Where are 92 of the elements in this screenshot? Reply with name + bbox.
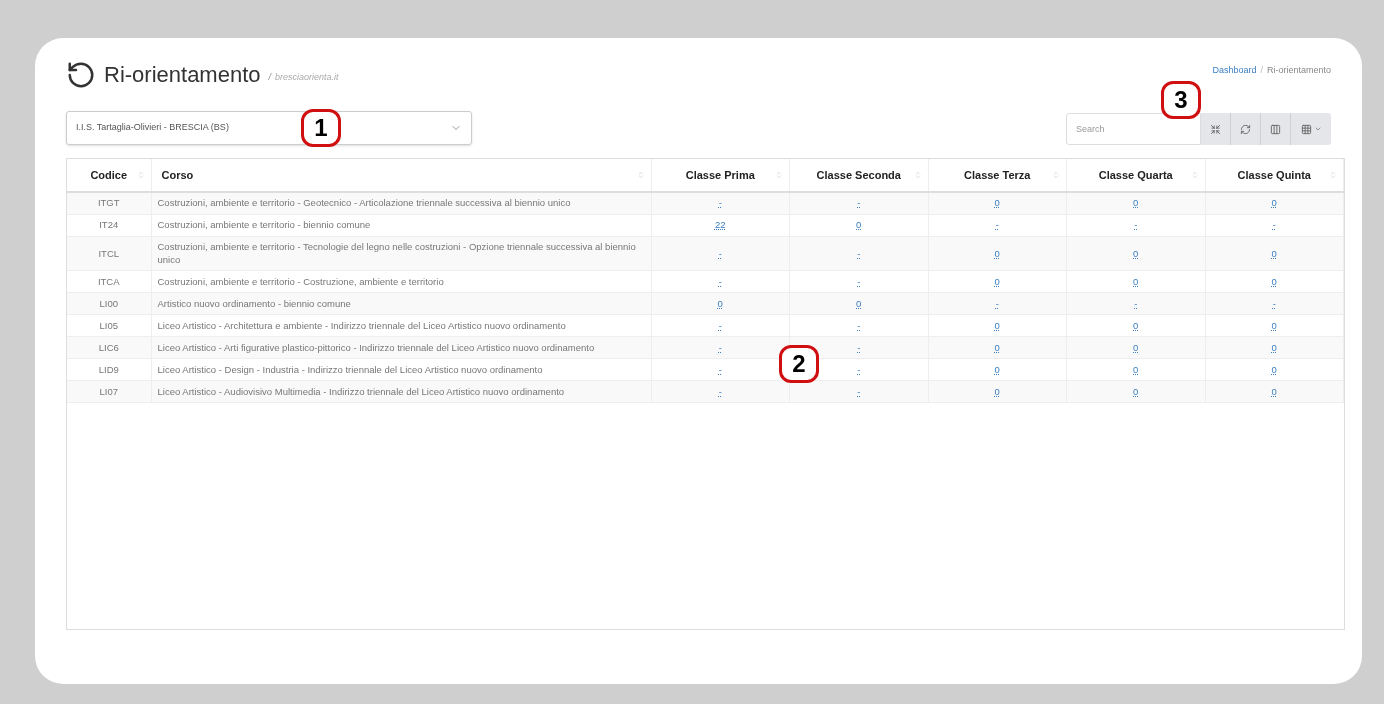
column-header[interactable]: Corso — [151, 159, 651, 192]
count-link[interactable]: 0 — [856, 297, 862, 309]
refresh-icon — [1240, 123, 1251, 135]
code-cell: LID9 — [67, 358, 151, 381]
code-cell: ITCA — [67, 270, 151, 293]
sort-icon — [1052, 171, 1060, 179]
caret-icon — [1313, 125, 1322, 133]
search-field[interactable]: Search — [1066, 113, 1201, 145]
breadcrumb-link[interactable]: Ri-orientamento — [1266, 64, 1331, 78]
count-link[interactable]: - — [995, 297, 999, 309]
code-cell: LI07 — [67, 380, 151, 403]
count-link[interactable]: 0 — [994, 341, 1000, 353]
column-header[interactable]: Classe Quarta — [1066, 159, 1205, 192]
count-link[interactable]: 0 — [994, 247, 1000, 259]
count-link[interactable]: - — [1134, 297, 1138, 309]
code-cell: LIC6 — [67, 336, 151, 359]
count-link[interactable]: 0 — [1133, 385, 1139, 397]
code-cell: LI00 — [67, 292, 151, 315]
column-header[interactable]: Classe Quinta — [1205, 159, 1344, 192]
course-cell: Liceo Artistico - Arti figurative plastico-pittorico - Indirizzo triennale del Liceo Artistico nuovo ordinamento — [151, 336, 651, 359]
count-link[interactable]: 0 — [1133, 319, 1139, 331]
count-link[interactable]: 0 — [1271, 341, 1277, 353]
count-link[interactable]: - — [857, 341, 861, 353]
count-link[interactable]: - — [857, 319, 861, 331]
count-link[interactable]: - — [857, 275, 861, 287]
count-link[interactable]: - — [995, 219, 999, 231]
code-cell: ITCL — [67, 236, 151, 271]
count-link[interactable]: - — [857, 197, 861, 209]
count-link[interactable]: - — [718, 341, 722, 353]
course-cell: Costruzioni, ambiente e territorio - Tecnologie del legno nelle costruzioni - Opzione triennale successiva al biennio unico — [151, 236, 651, 271]
callout-marker: 3 — [1161, 81, 1201, 119]
callout-marker: 1 — [301, 109, 341, 147]
count-link[interactable]: 0 — [1133, 363, 1139, 375]
sort-icon — [636, 171, 645, 179]
column-header[interactable]: Classe Terza — [928, 159, 1067, 192]
page-title: Ri-orientamento — [104, 61, 261, 89]
course-cell: Costruzioni, ambiente e territorio - Geotecnico - Articolazione triennale successiva al biennio unico — [151, 192, 651, 215]
column-header[interactable]: Classe Prima — [651, 159, 790, 192]
column-header[interactable]: Codice — [67, 159, 151, 192]
count-link[interactable]: 22 — [714, 219, 726, 231]
count-link[interactable]: - — [1272, 297, 1276, 309]
column-header[interactable]: Classe Seconda — [789, 159, 928, 192]
count-link[interactable]: 0 — [994, 197, 1000, 209]
sort-icon — [775, 171, 783, 179]
course-cell: Artistico nuovo ordinamento - biennio comune — [151, 292, 651, 315]
count-link[interactable]: 0 — [1133, 341, 1139, 353]
code-cell: ITGT — [67, 192, 151, 215]
count-link[interactable]: 0 — [1271, 197, 1277, 209]
count-link[interactable]: 0 — [1133, 275, 1139, 287]
count-link[interactable]: - — [718, 247, 722, 259]
count-link[interactable]: 0 — [1271, 363, 1277, 375]
count-link[interactable]: 0 — [994, 275, 1000, 287]
callout-marker: 2 — [779, 345, 819, 383]
breadcrumb-link[interactable]: Dashboard — [1212, 64, 1257, 78]
count-link[interactable]: - — [718, 363, 722, 375]
course-cell: Liceo Artistico - Architettura e ambiente - Indirizzo triennale del Liceo Artistico nuovo ordinamento — [151, 314, 651, 337]
course-cell: Liceo Artistico - Design - Industria - Indirizzo triennale del Liceo Artistico nuovo ordinamento — [151, 358, 651, 381]
count-link[interactable]: 0 — [717, 297, 723, 309]
code-cell: LI05 — [67, 314, 151, 337]
sort-icon — [136, 171, 145, 179]
count-link[interactable]: 0 — [856, 219, 862, 231]
course-cell: Costruzioni, ambiente e territorio - Costruzione, ambiente e territorio — [151, 270, 651, 293]
count-link[interactable]: - — [857, 247, 861, 259]
count-link[interactable]: - — [718, 385, 722, 397]
breadcrumb-separator: / — [1260, 64, 1263, 77]
sort-icon — [1190, 171, 1199, 179]
count-link[interactable]: 0 — [1271, 275, 1277, 287]
count-link[interactable]: 0 — [1271, 319, 1277, 331]
count-link[interactable]: 0 — [1133, 247, 1139, 259]
sort-icon — [913, 171, 922, 179]
count-link[interactable]: - — [857, 363, 861, 375]
grid-icon — [1300, 123, 1312, 135]
shrink-icon — [1210, 123, 1221, 135]
sort-icon — [1329, 171, 1337, 179]
page-subtitle: bresciaorienta.it — [275, 70, 339, 84]
code-cell: IT24 — [67, 214, 151, 237]
count-link[interactable]: 0 — [994, 363, 1000, 375]
count-link[interactable]: 0 — [1271, 247, 1277, 259]
count-link[interactable]: - — [718, 319, 722, 331]
count-link[interactable]: - — [718, 197, 722, 209]
course-cell: Costruzioni, ambiente e territorio - biennio comune — [151, 214, 651, 237]
count-link[interactable]: - — [857, 385, 861, 397]
count-link[interactable]: 0 — [994, 319, 1000, 331]
course-cell: Liceo Artistico - Audiovisivo Multimedia - Indirizzo triennale del Liceo Artistico nuovo ordinamento — [151, 380, 651, 403]
count-link[interactable]: - — [1134, 219, 1138, 231]
panel-icon — [1270, 123, 1281, 135]
count-link[interactable]: - — [718, 275, 722, 287]
count-link[interactable]: - — [1272, 219, 1276, 231]
count-link[interactable]: 0 — [994, 385, 1000, 397]
count-link[interactable]: 0 — [1271, 385, 1277, 397]
count-link[interactable]: 0 — [1133, 197, 1139, 209]
title-separator: / — [268, 70, 272, 84]
